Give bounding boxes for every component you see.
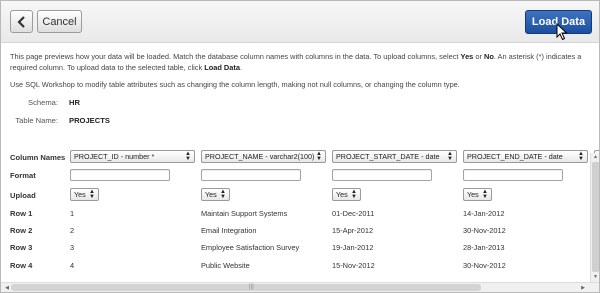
updown-arrow-icon: ▲ ▼: [482, 189, 488, 200]
scroll-grip-icon: |||: [249, 284, 254, 290]
table-cell: 2: [70, 226, 75, 235]
intro-text: This page previews how your data will be…: [10, 52, 461, 61]
select-value: Yes: [205, 190, 217, 199]
intro-no: No: [483, 52, 494, 61]
column-names-label: Column Names: [10, 153, 66, 162]
toolbar: Cancel Load Data: [1, 1, 599, 43]
scroll-down-arrow-icon[interactable]: ▼: [592, 274, 599, 281]
schema-label: Schema:: [28, 98, 58, 107]
select-value: Yes: [74, 190, 86, 199]
table-name-value: PROJECTS: [69, 116, 110, 125]
upload-select-2[interactable]: Yes ▲ ▼: [201, 188, 230, 201]
table-cell: Email Integration: [201, 226, 257, 235]
upload-select-3[interactable]: Yes ▲ ▼: [332, 188, 361, 201]
column-select-project-id[interactable]: PROJECT_ID - number * ▲ ▼: [70, 150, 195, 163]
format-input-1[interactable]: [70, 169, 170, 181]
updown-arrow-icon: ▲ ▼: [447, 151, 453, 162]
select-value: PROJECT_ID - number *: [74, 152, 155, 161]
updown-arrow-icon: ▲ ▼: [185, 151, 191, 162]
updown-arrow-icon: ▲ ▼: [316, 151, 322, 162]
table-cell: 28-Jan-2013: [463, 243, 505, 252]
column-select-project-name[interactable]: PROJECT_NAME - varchar2(100) ▲ ▼: [201, 150, 326, 163]
back-button[interactable]: [10, 10, 33, 33]
row-label: Row 3: [10, 243, 33, 252]
cancel-button[interactable]: Cancel: [37, 10, 82, 33]
table-cell: 1: [70, 209, 75, 218]
intro-sql-workshop-note: Use SQL Workshop to modify table attribu…: [10, 80, 460, 89]
scroll-right-arrow-icon[interactable]: ▶: [579, 284, 587, 292]
upload-select-4[interactable]: Yes ▲ ▼: [463, 188, 492, 201]
column-select-project-end-date[interactable]: PROJECT_END_DATE - date ▲ ▼: [463, 150, 588, 163]
scroll-left-arrow-icon[interactable]: ◀: [3, 284, 11, 292]
schema-value: HR: [69, 98, 80, 107]
select-value: PROJECT_NAME - varchar2(100): [205, 152, 315, 161]
row-label: Row 2: [10, 226, 33, 235]
mouse-pointer-icon: [556, 23, 568, 41]
table-name-label: Table Name:: [15, 116, 58, 125]
table-cell: 01-Dec-2011: [332, 209, 375, 218]
table-cell: 15-Nov-2012: [332, 261, 375, 270]
table-cell: 14-Jan-2012: [463, 209, 505, 218]
table-cell: 19-Jan-2012: [332, 243, 374, 252]
format-input-3[interactable]: [332, 169, 432, 181]
horizontal-scroll-thumb[interactable]: |||: [11, 284, 481, 291]
updown-arrow-icon: ▲ ▼: [89, 189, 95, 200]
vertical-scroll-thumb[interactable]: [592, 162, 599, 272]
table-cell: Employee Satisfaction Survey: [201, 243, 300, 252]
intro-text: .: [239, 63, 242, 72]
intro-yes: Yes: [460, 52, 474, 61]
intro-text: or: [473, 52, 484, 61]
row-label: Row 1: [10, 209, 33, 218]
select-value: Yes: [336, 190, 348, 199]
scroll-up-arrow-icon[interactable]: ▲: [592, 154, 599, 161]
updown-arrow-icon: ▲ ▼: [578, 151, 584, 162]
intro-load-data: Load Data: [204, 63, 240, 72]
format-label: Format: [10, 171, 36, 180]
upload-label: Upload: [10, 191, 36, 200]
select-value: Yes: [467, 190, 479, 199]
row-label: Row 4: [10, 261, 33, 270]
updown-arrow-icon: ▲ ▼: [220, 189, 226, 200]
updown-arrow-icon: ▲ ▼: [351, 189, 357, 200]
table-cell: Maintain Support Systems: [201, 209, 288, 218]
table-cell: 15-Apr-2012: [332, 226, 374, 235]
horizontal-scrollbar[interactable]: ◀ ||| ▶: [1, 282, 599, 292]
select-value: PROJECT_END_DATE - date: [467, 152, 563, 161]
format-input-2[interactable]: [201, 169, 301, 181]
format-input-4[interactable]: [463, 169, 563, 181]
table-cell: 4: [70, 261, 75, 270]
intro-paragraph: This page previews how your data will be…: [10, 51, 592, 73]
vertical-scrollbar[interactable]: ▲ ▼: [590, 153, 599, 282]
chevron-left-icon: [16, 15, 25, 28]
column-select-project-start-date[interactable]: PROJECT_START_DATE - date ▲ ▼: [332, 150, 457, 163]
table-cell: Public Website: [201, 261, 250, 270]
table-cell: 3: [70, 243, 75, 252]
table-cell: 30-Nov-2012: [463, 261, 506, 270]
upload-select-1[interactable]: Yes ▲ ▼: [70, 188, 99, 201]
select-value: PROJECT_START_DATE - date: [336, 152, 440, 161]
page-frame: Cancel Load Data This page previews how …: [0, 0, 600, 293]
table-cell: 30-Nov-2012: [463, 226, 506, 235]
